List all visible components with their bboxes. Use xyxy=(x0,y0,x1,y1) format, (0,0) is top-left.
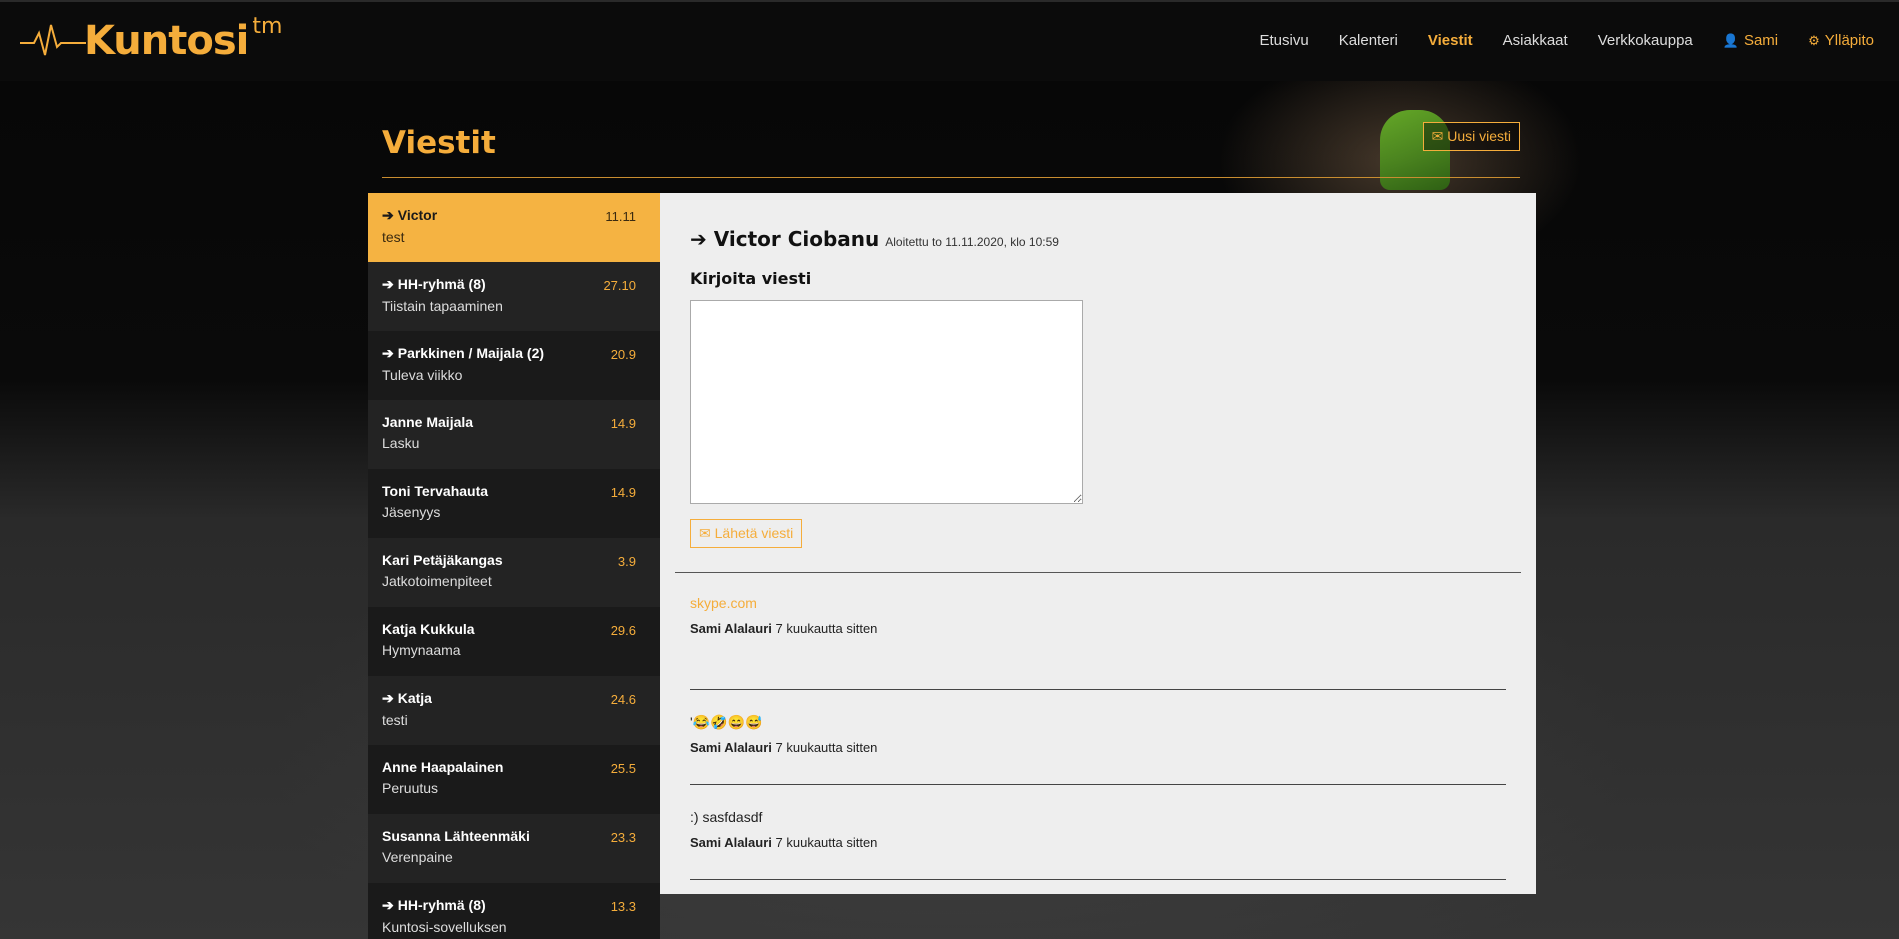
conversation-item[interactable]: Janne Maijala Lasku 14.9 xyxy=(368,400,660,469)
gear-icon: ⚙ xyxy=(1808,33,1820,48)
message-textarea[interactable] xyxy=(690,300,1083,504)
brand-logo[interactable]: Kuntosi tm xyxy=(20,14,283,66)
conversation-preview: Tuleva viikko xyxy=(382,367,463,383)
conversation-name: Anne Haapalainen xyxy=(382,759,504,775)
conversation-item[interactable]: Toni Tervahauta Jäsenyys 14.9 xyxy=(368,469,660,538)
nav-user[interactable]: 👤 Sami xyxy=(1708,32,1793,49)
envelope-icon: ✉ xyxy=(1431,128,1448,144)
conversation-preview: test xyxy=(382,229,405,245)
top-navbar: Kuntosi tm Etusivu Kalenteri Viestit Asi… xyxy=(0,0,1899,81)
conversation-item[interactable]: Kari Petäjäkangas Jatkotoimenpiteet 3.9 xyxy=(368,538,660,607)
conversation-date: 13.3 xyxy=(610,899,636,914)
message-body: '😂🤣😄😅 xyxy=(690,714,763,730)
conversation-date: 11.11 xyxy=(605,209,636,224)
nav-user-label: Sami xyxy=(1743,32,1779,49)
conversation-item[interactable]: Katja Kukkula Hymynaama 29.6 xyxy=(368,607,660,676)
conversation-date: 24.6 xyxy=(610,692,636,707)
conversation-started: Aloitettu to 11.11.2020, klo 10:59 xyxy=(885,235,1059,249)
message-thread: skype.com Sami Alalauri 7 kuukautta sitt… xyxy=(690,595,1506,880)
main-nav: Etusivu Kalenteri Viestit Asiakkaat Verk… xyxy=(1244,32,1889,49)
conversation-name: ➔ HH-ryhmä (8) xyxy=(382,276,486,292)
message-time: 7 kuukautta sitten xyxy=(775,835,878,850)
arrow-right-icon: ➔ xyxy=(690,227,714,251)
conversation-list: ➔ Victor test 11.11 ➔ HH-ryhmä (8) Tiistai… xyxy=(368,193,660,939)
arrow-right-icon: ➔ xyxy=(382,897,394,913)
thread-message: :) sasfdasdf Sami Alalauri 7 kuukautta s… xyxy=(690,785,1506,880)
conversation-date: 27.10 xyxy=(603,278,636,293)
conversation-panel: ➔ Victor Ciobanu Aloitettu to 11.11.2020… xyxy=(660,193,1536,894)
nav-viestit[interactable]: Viestit xyxy=(1413,32,1488,49)
new-message-label: Uusi viesti xyxy=(1447,128,1511,144)
nav-admin[interactable]: ⚙ Ylläpito xyxy=(1793,32,1889,49)
arrow-right-icon: ➔ xyxy=(382,276,394,292)
message-meta: Sami Alalauri 7 kuukautta sitten xyxy=(690,835,1506,850)
heartbeat-icon xyxy=(20,24,86,56)
conversation-date: 14.9 xyxy=(610,416,636,431)
write-message-label: Kirjoita viesti xyxy=(690,269,812,288)
message-author: Sami Alalauri xyxy=(690,835,772,850)
conversation-name: Janne Maijala xyxy=(382,414,474,430)
message-body: :) sasfdasdf xyxy=(690,809,763,825)
conversation-name: ➔ Victor xyxy=(382,207,438,223)
conversation-date: 25.5 xyxy=(610,761,636,776)
conversation-date: 29.6 xyxy=(610,623,636,638)
conversation-date: 14.9 xyxy=(610,485,636,500)
conversation-preview: Jäsenyys xyxy=(382,504,441,520)
conversation-item[interactable]: Susanna Lähteenmäki Verenpaine 23.3 xyxy=(368,814,660,883)
brand-name: Kuntosi xyxy=(84,18,249,64)
nav-etusivu[interactable]: Etusivu xyxy=(1244,32,1323,49)
conversation-preview: Verenpaine xyxy=(382,849,453,865)
user-icon: 👤 xyxy=(1722,33,1739,48)
conversation-preview: Hymynaama xyxy=(382,642,461,658)
message-time: 7 kuukautta sitten xyxy=(775,740,878,755)
nav-verkkokauppa[interactable]: Verkkokauppa xyxy=(1583,32,1708,49)
conversation-preview: Tiistain tapaaminen xyxy=(382,298,503,314)
conversation-name: Susanna Lähteenmäki xyxy=(382,828,530,844)
conversation-item[interactable]: Anne Haapalainen Peruutus 25.5 xyxy=(368,745,660,814)
conversation-preview: Peruutus xyxy=(382,780,439,796)
arrow-right-icon: ➔ xyxy=(382,345,394,361)
page-header: Viestit ✉ Uusi viesti xyxy=(382,120,1520,178)
send-message-button[interactable]: ✉ Lähetä viesti xyxy=(690,519,803,548)
thread-message: '😂🤣😄😅 Sami Alalauri 7 kuukautta sitten xyxy=(690,690,1506,785)
message-meta: Sami Alalauri 7 kuukautta sitten xyxy=(690,621,1506,636)
conversation-date: 23.3 xyxy=(610,830,636,845)
send-message-label: Lähetä viesti xyxy=(714,525,794,541)
conversation-preview: Lasku xyxy=(382,435,420,451)
conversation-name: Toni Tervahauta xyxy=(382,483,489,499)
message-body-link[interactable]: skype.com xyxy=(690,595,1506,617)
conversation-item[interactable]: ➔ HH-ryhmä (8) Tiistain tapaaminen 27.10 xyxy=(368,262,660,331)
conversation-preview: Kuntosi-sovelluksen xyxy=(382,919,507,935)
thread-message: skype.com Sami Alalauri 7 kuukautta sitt… xyxy=(690,595,1506,690)
conversation-date: 3.9 xyxy=(617,554,636,569)
conversation-name: Kari Petäjäkangas xyxy=(382,552,503,568)
conversation-name: ➔ HH-ryhmä (8) xyxy=(382,897,486,913)
conversation-header: ➔ Victor Ciobanu Aloitettu to 11.11.2020… xyxy=(690,227,1059,251)
conversation-name: ➔ Katja xyxy=(382,690,432,706)
nav-admin-label: Ylläpito xyxy=(1824,32,1874,49)
conversation-item[interactable]: ➔ HH-ryhmä (8) Kuntosi-sovelluksen 13.3 xyxy=(368,883,660,939)
message-meta: Sami Alalauri 7 kuukautta sitten xyxy=(690,740,1506,755)
conversation-title: ➔ Victor Ciobanu xyxy=(690,227,880,251)
conversation-preview: testi xyxy=(382,712,408,728)
conversation-item[interactable]: ➔ Katja testi 24.6 xyxy=(368,676,660,745)
conversation-item[interactable]: ➔ Parkkinen / Maijala (2) Tuleva viikko 2… xyxy=(368,331,660,400)
message-author: Sami Alalauri xyxy=(690,621,772,636)
divider xyxy=(675,572,1521,573)
arrow-right-icon: ➔ xyxy=(382,207,394,223)
arrow-right-icon: ➔ xyxy=(382,690,394,706)
nav-kalenteri[interactable]: Kalenteri xyxy=(1324,32,1413,49)
conversation-name: Katja Kukkula xyxy=(382,621,475,637)
message-author: Sami Alalauri xyxy=(690,740,772,755)
conversation-name: ➔ Parkkinen / Maijala (2) xyxy=(382,345,545,361)
conversation-date: 20.9 xyxy=(610,347,636,362)
new-message-button[interactable]: ✉ Uusi viesti xyxy=(1422,122,1520,151)
brand-tm: tm xyxy=(252,14,283,39)
conversation-item[interactable]: ➔ Victor test 11.11 xyxy=(368,193,660,262)
nav-asiakkaat[interactable]: Asiakkaat xyxy=(1488,32,1583,49)
message-time: 7 kuukautta sitten xyxy=(775,621,878,636)
envelope-icon: ✉ xyxy=(699,525,715,541)
conversation-preview: Jatkotoimenpiteet xyxy=(382,573,492,589)
page-title: Viestit xyxy=(382,125,496,161)
